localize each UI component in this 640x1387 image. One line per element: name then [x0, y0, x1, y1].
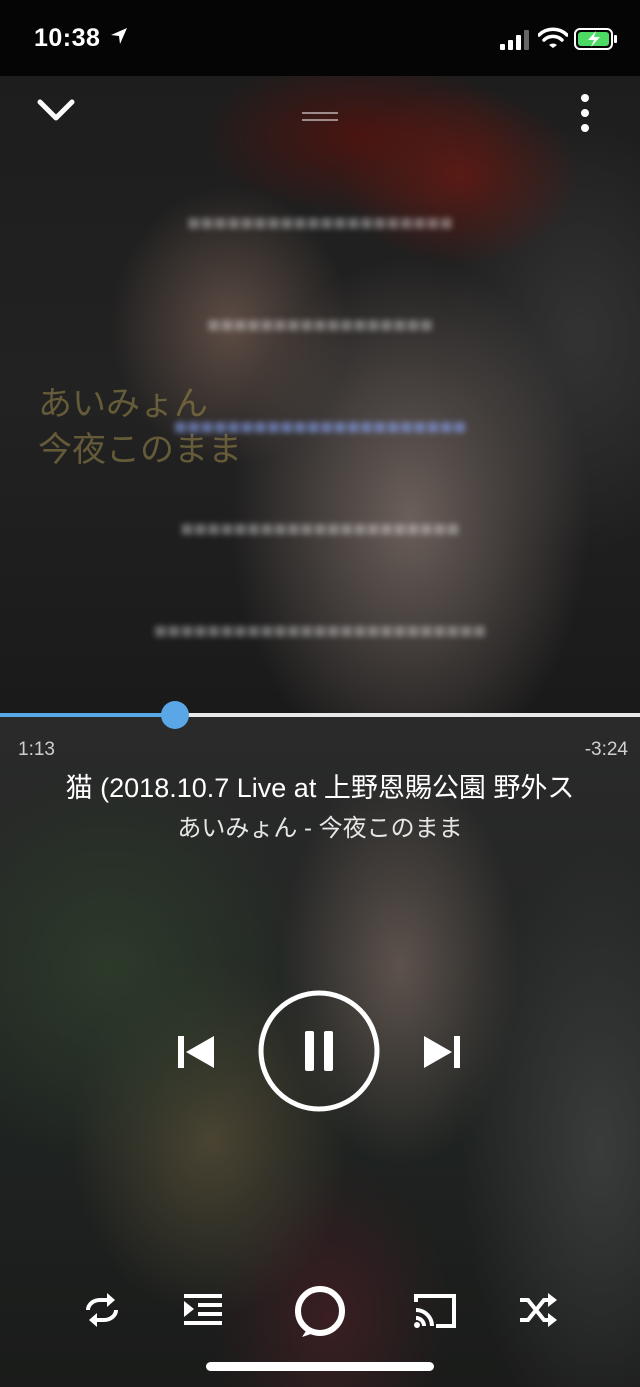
progress-fill — [0, 713, 175, 717]
lyric-line: ■■■■■■■■■■■■■■■■■■■■■ — [180, 516, 460, 541]
status-bar: 10:38 — [0, 0, 640, 76]
queue-icon[interactable] — [180, 1288, 226, 1332]
battery-charging-icon — [574, 28, 617, 50]
lyric-line-active: ■■■■■■■■■■■■■■■■■■■■■■ — [173, 414, 467, 439]
progress-bar[interactable] — [0, 713, 640, 717]
alexa-icon[interactable] — [292, 1283, 348, 1339]
remaining-time: -3:24 — [584, 739, 628, 760]
previous-track-icon[interactable] — [174, 1030, 218, 1074]
lyric-line: ■■■■■■■■■■■■■■■■■■■■ — [187, 210, 453, 235]
drag-handle-icon[interactable] — [302, 110, 338, 124]
pause-icon[interactable] — [258, 990, 380, 1112]
cast-icon[interactable] — [412, 1288, 458, 1332]
lyric-line: ■■■■■■■■■■■■■■■■■■■■■■■■■ — [153, 618, 487, 643]
wifi-icon — [538, 27, 568, 48]
location-arrow-icon — [111, 28, 127, 44]
track-artist-album[interactable]: あいみょん - 今夜このまま — [0, 808, 640, 843]
album-artwork: あいみょん 今夜このまま ■■■■■■■■■■■■■■■■■■■■ ■■■■■■… — [0, 76, 640, 714]
lyric-line: ■■■■■■■■■■■■■■■■■ — [207, 312, 433, 337]
elapsed-time: 1:13 — [18, 739, 55, 760]
status-time: 10:38 — [34, 24, 101, 52]
track-title: 猫 (2018.10.7 Live at 上野恩賜公園 野外ス — [65, 773, 575, 803]
chevron-down-icon[interactable] — [36, 96, 76, 124]
cellular-signal-icon — [500, 30, 529, 50]
more-vertical-icon[interactable] — [572, 92, 598, 134]
home-indicator[interactable] — [206, 1362, 434, 1371]
repeat-icon[interactable] — [80, 1288, 124, 1332]
next-track-icon[interactable] — [420, 1030, 464, 1074]
shuffle-icon[interactable] — [516, 1288, 560, 1332]
progress-thumb[interactable] — [160, 701, 189, 729]
